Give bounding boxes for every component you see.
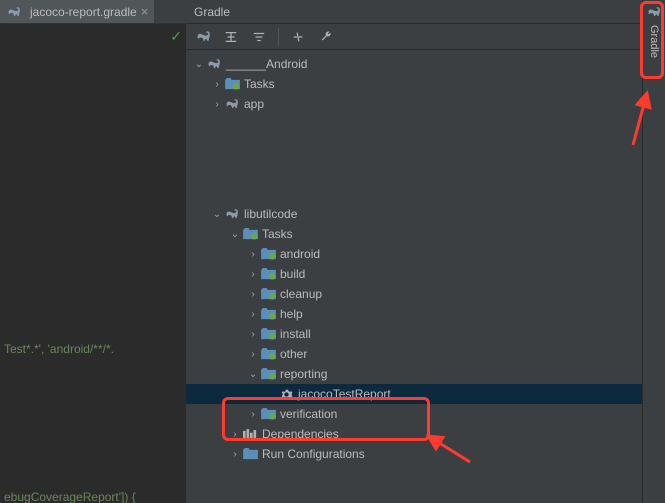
panel-header: Gradle [186, 0, 665, 24]
tree-deps[interactable]: ›Dependencies [186, 424, 665, 444]
tree-task-jacoco[interactable]: ›jacocoTestReport [186, 384, 665, 404]
tree-t-help[interactable]: ›help [186, 304, 665, 324]
gradle-toolbar [186, 24, 665, 50]
wrench-icon[interactable] [317, 28, 335, 46]
tree-t-build[interactable]: ›build [186, 264, 665, 284]
gradle-sidebar-icon[interactable] [647, 6, 661, 21]
tab-jacoco-report[interactable]: jacoco-report.gradle × [0, 0, 154, 23]
folder-icon [260, 267, 276, 281]
tab-close-icon[interactable]: × [141, 4, 149, 19]
sidebar-label[interactable]: Gradle [648, 25, 660, 58]
tree-t-reporting[interactable]: ⌄reporting [186, 364, 665, 384]
editor-tabs: jacoco-report.gradle × [0, 0, 186, 24]
tree-root[interactable]: ⌄______Android [186, 54, 665, 74]
folder-icon [260, 247, 276, 261]
gradle-file-icon [6, 5, 22, 19]
attach-icon[interactable] [222, 28, 240, 46]
tree-lib-tasks[interactable]: ⌄Tasks [186, 224, 665, 244]
gradle-tree[interactable]: ⌄______Android ›Tasks ›app ⌄libutilcode … [186, 50, 665, 503]
editor-pane: jacoco-report.gradle × ✓ Test*.*', 'andr… [0, 0, 186, 503]
tree-runconf[interactable]: ›Run Configurations [186, 444, 665, 464]
tree-t-other[interactable]: ›other [186, 344, 665, 364]
folder-icon [260, 367, 276, 381]
tree-lib[interactable]: ⌄libutilcode [186, 204, 665, 224]
folder-icon [260, 347, 276, 361]
right-sidebar: Gradle [642, 0, 665, 503]
expand-icon[interactable] [250, 28, 268, 46]
folder-icon [260, 307, 276, 321]
tree-t-install[interactable]: ›install [186, 324, 665, 344]
folder-icon [260, 287, 276, 301]
folder-tasks-icon [224, 77, 240, 91]
tree-gap [186, 114, 665, 204]
gradle-icon [224, 97, 240, 111]
folder-tasks-icon [242, 227, 258, 241]
folder-run-icon [242, 447, 258, 461]
tree-t-android[interactable]: ›android [186, 244, 665, 264]
tree-t-verification[interactable]: ›verification [186, 404, 665, 424]
code-line: Test*.*', 'android/**/*. [4, 342, 114, 356]
code-line: ebugCoverageReport']) { [4, 490, 136, 503]
offline-icon[interactable] [289, 28, 307, 46]
gradle-panel: Gradle ⌄______Android ›Tasks ›app ⌄libut… [186, 0, 665, 503]
gradle-icon [224, 207, 240, 221]
tree-t-cleanup[interactable]: ›cleanup [186, 284, 665, 304]
gradle-icon [206, 57, 222, 71]
folder-icon [260, 407, 276, 421]
toolbar-divider [278, 28, 279, 46]
tree-tasks[interactable]: ›Tasks [186, 74, 665, 94]
folder-icon [260, 327, 276, 341]
panel-title: Gradle [194, 5, 643, 19]
tab-label: jacoco-report.gradle [30, 5, 137, 19]
refresh-icon[interactable] [194, 28, 212, 46]
tree-app[interactable]: ›app [186, 94, 665, 114]
task-gear-icon [278, 387, 294, 401]
dependencies-icon [242, 427, 258, 441]
code-area[interactable]: Test*.*', 'android/**/*. ebugCoverageRep… [0, 24, 186, 503]
